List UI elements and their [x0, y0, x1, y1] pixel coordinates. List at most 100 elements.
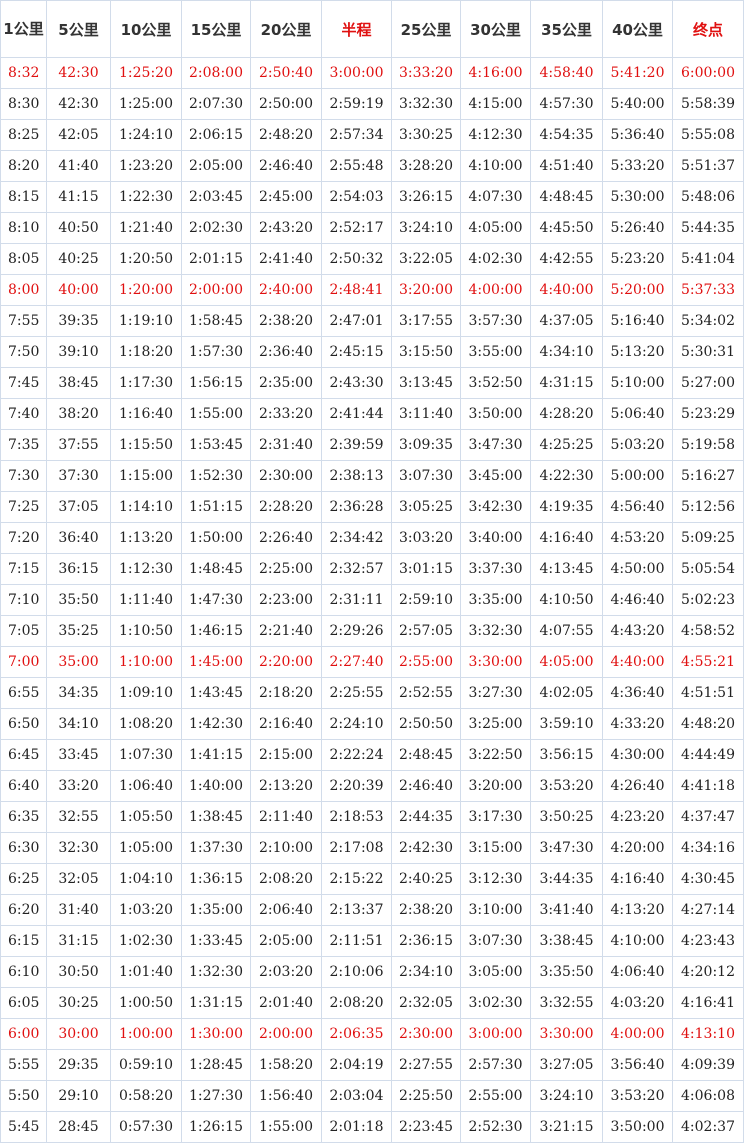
pace-cell: 7:20: [0, 522, 47, 554]
split-time-cell: 2:36:28: [321, 491, 392, 523]
split-time-cell: 2:27:40: [321, 646, 392, 678]
split-time-cell: 5:48:06: [672, 181, 744, 213]
pace-cell: 7:35: [0, 429, 47, 461]
split-time-cell: 37:30: [46, 460, 111, 492]
split-time-cell: 2:18:20: [250, 677, 322, 709]
split-time-cell: 2:05:00: [181, 150, 251, 182]
split-time-cell: 3:40:00: [460, 522, 531, 554]
table-row: 6:20 31:40 1:03:20 1:35:00 2:06:40 2:13:37 2:3…: [0, 894, 744, 926]
split-time-cell: 4:57:30: [530, 88, 603, 120]
split-time-cell: 2:13:20: [250, 770, 322, 802]
pace-cell: 7:45: [0, 367, 47, 399]
split-time-cell: 3:00:00: [321, 57, 392, 89]
split-time-cell: 2:42:30: [391, 832, 461, 864]
split-time-cell: 2:46:40: [250, 150, 322, 182]
split-time-cell: 1:47:30: [181, 584, 251, 616]
split-time-cell: 2:17:08: [321, 832, 392, 864]
split-time-cell: 30:25: [46, 987, 111, 1019]
split-time-cell: 3:20:00: [460, 770, 531, 802]
split-time-cell: 4:05:00: [460, 212, 531, 244]
split-time-cell: 4:58:52: [672, 615, 744, 647]
split-time-cell: 34:35: [46, 677, 111, 709]
split-time-cell: 3:56:15: [530, 739, 603, 771]
column-header: 5公里: [46, 0, 111, 58]
split-time-cell: 4:45:50: [530, 212, 603, 244]
split-time-cell: 3:05:00: [460, 956, 531, 988]
pace-cell: 7:15: [0, 553, 47, 585]
split-time-cell: 5:51:37: [672, 150, 744, 182]
split-time-cell: 2:48:41: [321, 274, 392, 306]
split-time-cell: 4:48:45: [530, 181, 603, 213]
split-time-cell: 4:00:00: [602, 1018, 673, 1050]
split-time-cell: 4:27:14: [672, 894, 744, 926]
split-time-cell: 3:41:40: [530, 894, 603, 926]
split-time-cell: 1:33:45: [181, 925, 251, 957]
split-time-cell: 30:50: [46, 956, 111, 988]
split-time-cell: 2:50:50: [391, 708, 461, 740]
split-time-cell: 1:42:30: [181, 708, 251, 740]
split-time-cell: 4:34:10: [530, 336, 603, 368]
split-time-cell: 5:23:20: [602, 243, 673, 275]
split-time-cell: 0:57:30: [110, 1111, 182, 1143]
split-time-cell: 38:20: [46, 398, 111, 430]
split-time-cell: 1:55:00: [250, 1111, 322, 1143]
split-time-cell: 5:20:00: [602, 274, 673, 306]
pace-cell: 8:30: [0, 88, 47, 120]
split-time-cell: 3:03:20: [391, 522, 461, 554]
table-row: 6:10 30:50 1:01:40 1:32:30 2:03:20 2:10:06 2:3…: [0, 956, 744, 988]
split-time-cell: 1:20:00: [110, 274, 182, 306]
table-row: 8:20 41:40 1:23:20 2:05:00 2:46:40 2:55:48 3:2…: [0, 150, 744, 182]
split-time-cell: 2:01:15: [181, 243, 251, 275]
split-time-cell: 2:23:00: [250, 584, 322, 616]
pace-cell: 7:05: [0, 615, 47, 647]
split-time-cell: 36:15: [46, 553, 111, 585]
split-time-cell: 3:32:55: [530, 987, 603, 1019]
split-time-cell: 4:44:49: [672, 739, 744, 771]
pace-cell: 6:15: [0, 925, 47, 957]
split-time-cell: 4:56:40: [602, 491, 673, 523]
split-time-cell: 1:48:45: [181, 553, 251, 585]
split-time-cell: 2:34:10: [391, 956, 461, 988]
split-time-cell: 2:44:35: [391, 801, 461, 833]
split-time-cell: 2:34:42: [321, 522, 392, 554]
split-time-cell: 1:05:50: [110, 801, 182, 833]
split-time-cell: 3:00:00: [460, 1018, 531, 1050]
split-time-cell: 4:50:00: [602, 553, 673, 585]
split-time-cell: 4:23:43: [672, 925, 744, 957]
split-time-cell: 2:54:03: [321, 181, 392, 213]
pace-cell: 6:55: [0, 677, 47, 709]
table-row: 6:45 33:45 1:07:30 1:41:15 2:15:00 2:22:24 2:4…: [0, 739, 744, 771]
column-header: 30公里: [460, 0, 531, 58]
column-header: 半程: [321, 0, 392, 58]
split-time-cell: 2:47:01: [321, 305, 392, 337]
split-time-cell: 0:59:10: [110, 1049, 182, 1081]
split-time-cell: 2:03:04: [321, 1080, 392, 1112]
table-row: 7:15 36:15 1:12:30 1:48:45 2:25:00 2:32:57 3:0…: [0, 553, 744, 585]
split-time-cell: 4:06:40: [602, 956, 673, 988]
split-time-cell: 2:10:06: [321, 956, 392, 988]
split-time-cell: 4:16:40: [530, 522, 603, 554]
split-time-cell: 1:25:20: [110, 57, 182, 89]
pace-cell: 5:45: [0, 1111, 47, 1143]
split-time-cell: 3:22:50: [460, 739, 531, 771]
table-row: 6:25 32:05 1:04:10 1:36:15 2:08:20 2:15:22 2:4…: [0, 863, 744, 895]
split-time-cell: 1:24:10: [110, 119, 182, 151]
split-time-cell: 3:11:40: [391, 398, 461, 430]
split-time-cell: 5:26:40: [602, 212, 673, 244]
table-row: 5:50 29:10 0:58:20 1:27:30 1:56:40 2:03:04 2:2…: [0, 1080, 744, 1112]
pace-cell: 6:50: [0, 708, 47, 740]
split-time-cell: 4:20:12: [672, 956, 744, 988]
split-time-cell: 1:40:00: [181, 770, 251, 802]
column-header: 10公里: [110, 0, 182, 58]
split-time-cell: 3:33:20: [391, 57, 461, 89]
table-row: 6:15 31:15 1:02:30 1:33:45 2:05:00 2:11:51 2:3…: [0, 925, 744, 957]
split-time-cell: 2:45:15: [321, 336, 392, 368]
split-time-cell: 2:28:20: [250, 491, 322, 523]
split-time-cell: 1:21:40: [110, 212, 182, 244]
pace-cell: 8:32: [0, 57, 47, 89]
split-time-cell: 2:35:00: [250, 367, 322, 399]
split-time-cell: 1:26:15: [181, 1111, 251, 1143]
split-time-cell: 1:20:50: [110, 243, 182, 275]
split-time-cell: 3:32:30: [460, 615, 531, 647]
split-time-cell: 2:43:30: [321, 367, 392, 399]
